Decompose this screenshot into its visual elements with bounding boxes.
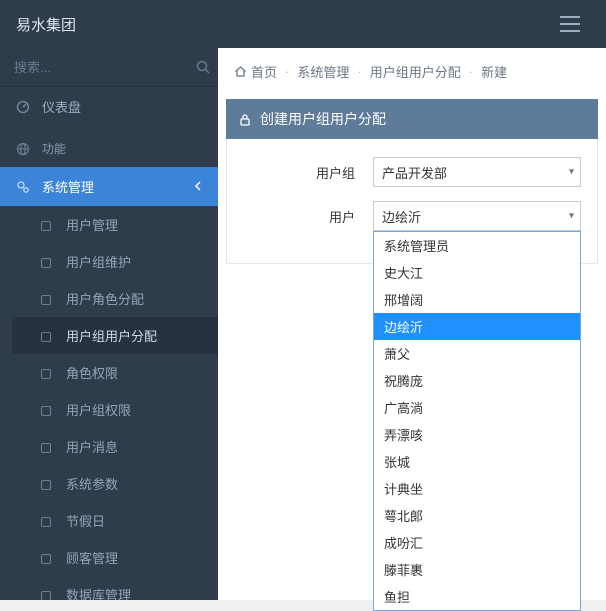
sidebar-item[interactable]: 用户组权限 (12, 391, 218, 428)
select-user-option[interactable]: 系统管理员 (374, 232, 580, 259)
sidebar-item-label: 用户消息 (66, 437, 118, 456)
brand: 易水集团 (16, 14, 76, 35)
sidebar-item-label: 数据库管理 (66, 585, 131, 600)
sidebar-item-label: 用户组权限 (66, 400, 131, 419)
breadcrumb-1[interactable]: 系统管理 (297, 62, 349, 81)
sidebar-item[interactable]: 用户角色分配 (12, 280, 218, 317)
sidebar-item[interactable]: 角色权限 (12, 354, 218, 391)
select-user-option[interactable]: 成吩汇 (374, 529, 580, 556)
sidebar-item[interactable]: 用户组用户分配 (12, 317, 218, 354)
nav-system-mgmt[interactable]: 系统管理 (0, 167, 218, 206)
select-user-option[interactable]: 计典坐 (374, 475, 580, 502)
select-user-option[interactable]: 张城 (374, 448, 580, 475)
sidebar-item[interactable]: 用户消息 (12, 428, 218, 465)
sidebar-item[interactable]: 数据库管理 (12, 576, 218, 600)
breadcrumb-sep: · (357, 64, 361, 79)
panel-header: 创建用户组用户分配 (226, 99, 598, 139)
nav-system-mgmt-label: 系统管理 (42, 177, 94, 196)
sidebar-item-label: 节假日 (66, 511, 105, 530)
sidebar-item-label: 用户组维护 (66, 252, 131, 271)
select-user-option[interactable]: 萼北郞 (374, 502, 580, 529)
panel: 创建用户组用户分配 用户组 产品开发部 ▾ 用户 (226, 99, 598, 264)
select-user-option[interactable]: 广高淌 (374, 394, 580, 421)
search-icon[interactable] (196, 58, 210, 76)
sidebar-item-label: 用户角色分配 (66, 289, 144, 308)
main: 首页 · 系统管理 · 用户组用户分配 · 新建 创建用户组用户分配 (218, 48, 606, 600)
item-icon (40, 217, 56, 232)
search-box (0, 48, 218, 87)
item-icon (40, 254, 56, 269)
breadcrumb-2[interactable]: 用户组用户分配 (370, 62, 461, 81)
row-user-group: 用户组 产品开发部 ▾ (243, 157, 581, 187)
nav-features-label: 功能 (42, 140, 66, 157)
item-icon (40, 587, 56, 600)
label-user-group: 用户组 (243, 163, 373, 182)
select-user[interactable]: 边绘沂 ▾ (373, 201, 581, 231)
sidebar-item[interactable]: 用户组维护 (12, 243, 218, 280)
select-user-group[interactable]: 产品开发部 ▾ (373, 157, 581, 187)
chevron-down-icon: ▾ (569, 167, 574, 178)
item-icon (40, 402, 56, 417)
select-user-option[interactable]: 萧父 (374, 340, 580, 367)
sidebar-item-label: 用户组用户分配 (66, 326, 157, 345)
search-input[interactable] (14, 60, 190, 75)
chevron-down-icon: ▾ (569, 211, 574, 222)
sidebar-item[interactable]: 节假日 (12, 502, 218, 539)
cogs-icon (16, 179, 32, 195)
breadcrumb-sep: · (469, 64, 473, 79)
menu-toggle[interactable] (560, 16, 580, 32)
nav: 仪表盘 功能 系统管理 用户管理用户组维护用 (0, 87, 218, 600)
sidebar-item[interactable]: 用户管理 (12, 206, 218, 243)
breadcrumb-sep: · (285, 64, 289, 79)
nav-features: 功能 (0, 126, 218, 167)
sidebar-item-label: 顾客管理 (66, 548, 118, 567)
select-user-option[interactable]: 史大江 (374, 259, 580, 286)
breadcrumb-3: 新建 (481, 62, 507, 81)
select-user-option[interactable]: 鱼担 (374, 583, 580, 610)
item-icon (40, 365, 56, 380)
select-user-option[interactable]: 边绘沂 (374, 313, 580, 340)
item-icon (40, 439, 56, 454)
panel-body: 用户组 产品开发部 ▾ 用户 边绘沂 (226, 139, 598, 264)
chevron-left-icon (194, 179, 202, 194)
breadcrumb: 首页 · 系统管理 · 用户组用户分配 · 新建 (218, 48, 606, 95)
select-user-group-value: 产品开发部 (382, 163, 447, 182)
nav-dashboard-label: 仪表盘 (42, 97, 81, 116)
select-user-option[interactable]: 邢增阔 (374, 286, 580, 313)
item-icon (40, 476, 56, 491)
select-user-option[interactable]: 弄漂咳 (374, 421, 580, 448)
item-icon (40, 550, 56, 565)
lock-icon (238, 111, 252, 127)
dashboard-icon (16, 99, 32, 115)
sidebar-item[interactable]: 顾客管理 (12, 539, 218, 576)
breadcrumb-home-label: 首页 (251, 62, 277, 81)
sidebar-item-label: 系统参数 (66, 474, 118, 493)
breadcrumb-home[interactable]: 首页 (234, 62, 277, 81)
item-icon (40, 513, 56, 528)
sidebar-item[interactable]: 系统参数 (12, 465, 218, 502)
select-user-option[interactable]: 滕菲裹 (374, 556, 580, 583)
globe-icon (16, 141, 32, 156)
label-user: 用户 (243, 207, 373, 226)
sidebar-item-label: 角色权限 (66, 363, 118, 382)
row-user: 用户 边绘沂 ▾ 系统管理员史大江邢增阔边绘沂萧父祝腾庞广高淌弄漂咳张城计典坐萼… (243, 201, 581, 231)
select-user-option[interactable]: 祝腾庞 (374, 367, 580, 394)
select-user-dropdown[interactable]: 系统管理员史大江邢增阔边绘沂萧父祝腾庞广高淌弄漂咳张城计典坐萼北郞成吩汇滕菲裹鱼… (373, 231, 581, 611)
nav-sub: 用户管理用户组维护用户角色分配用户组用户分配角色权限用户组权限用户消息系统参数节… (0, 206, 218, 600)
sidebar-item-label: 用户管理 (66, 215, 118, 234)
item-icon (40, 328, 56, 343)
nav-dashboard[interactable]: 仪表盘 (0, 87, 218, 126)
item-icon (40, 291, 56, 306)
select-user-value: 边绘沂 (382, 207, 421, 226)
sidebar: 仪表盘 功能 系统管理 用户管理用户组维护用 (0, 48, 218, 600)
panel-title: 创建用户组用户分配 (260, 109, 386, 129)
